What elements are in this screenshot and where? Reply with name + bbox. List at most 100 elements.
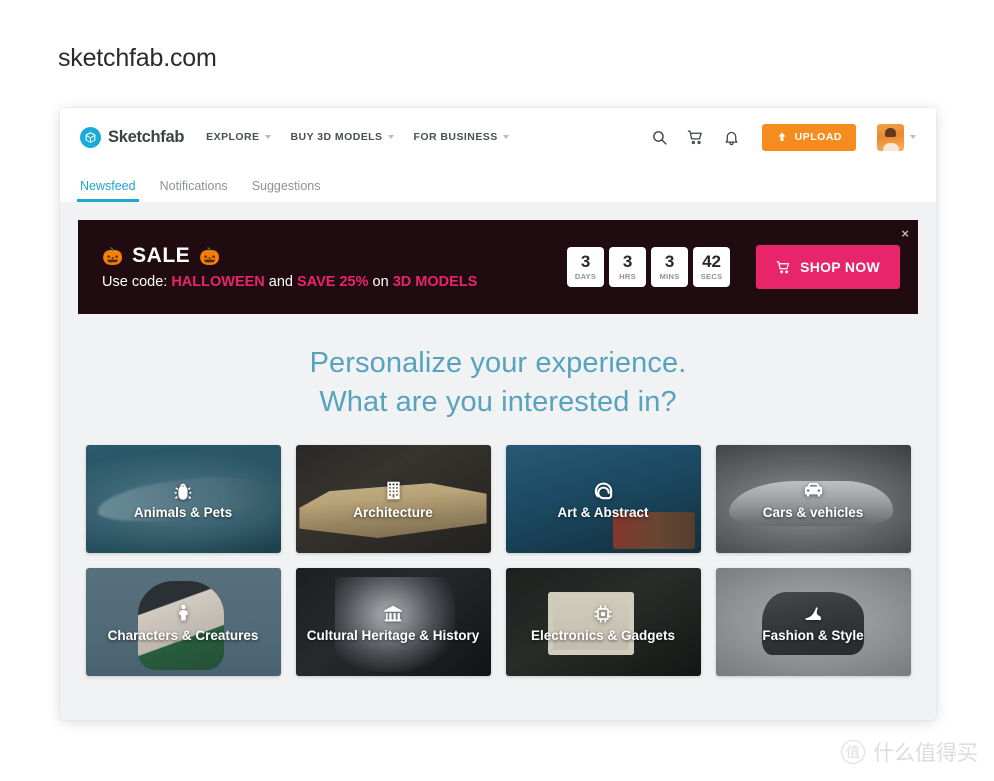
category-content: Cars & vehicles [716,445,911,553]
bell-icon[interactable] [722,128,741,147]
shopping-cart-icon[interactable] [686,128,705,147]
avatar [877,123,904,151]
search-icon[interactable] [650,128,669,147]
tab-newsfeed[interactable]: Newsfeed [77,179,139,202]
chevron-down-icon [910,135,916,139]
promo-and: and [268,274,293,290]
promo-code: HALLOWEEN [171,274,265,290]
watermark-text: 什么值得买 [873,741,978,765]
nav-links: EXPLORE BUY 3D MODELS FOR BUSINESS [206,131,509,143]
category-label: Animals & Pets [133,504,233,520]
microchip-icon [591,602,615,626]
site-header: Sketchfab EXPLORE BUY 3D MODELS FOR BUSI… [60,108,936,202]
primary-nav: Sketchfab EXPLORE BUY 3D MODELS FOR BUSI… [60,108,936,166]
category-content: Animals & Pets [86,445,281,553]
watermark: 值 什么值得买 [841,737,978,767]
building-icon [381,479,405,503]
close-icon[interactable]: × [901,227,909,240]
cube-logo-icon [80,126,101,148]
sale-label: SALE [132,244,191,267]
banner-message: 🎃 SALE 🎃 Use code: HALLOWEEN and SAVE 25… [102,244,477,290]
person-icon [171,602,195,626]
shopping-cart-icon [776,260,790,273]
watermark-mark: 值 [841,740,865,764]
category-card-animals-pets[interactable]: Animals & Pets [85,445,281,554]
category-card-fashion-style[interactable]: Fashion & Style [715,568,911,677]
personalize-line-2: What are you interested in? [319,385,677,418]
category-content: Fashion & Style [716,568,911,676]
countdown-seconds: 42 SECS [693,247,731,287]
upload-button-label: UPLOAD [794,131,842,143]
countdown-seconds-value: 42 [702,252,722,272]
category-card-cars-vehicles[interactable]: Cars & vehicles [715,445,911,554]
sketchfab-logo[interactable]: Sketchfab [80,126,185,148]
category-content: Art & Abstract [506,445,701,553]
countdown-hours: 3 HRS [609,247,647,287]
category-label: Cultural Heritage & History [306,627,480,643]
chevron-down-icon [387,135,394,139]
category-content: Characters & Creatures [86,568,281,676]
category-label: Fashion & Style [762,627,864,643]
personalize-line-1: Personalize your experience. [309,347,687,379]
shop-now-button[interactable]: SHOP NOW [756,245,900,289]
pumpkin-icon: 🎃 [199,246,221,266]
category-card-characters-creatures[interactable]: Characters & Creatures [85,568,281,677]
category-label: Architecture [353,504,433,520]
countdown-minutes: 3 MINS [651,247,689,287]
chevron-down-icon [502,135,509,139]
upload-button[interactable]: UPLOAD [761,123,856,151]
category-content: Architecture [296,445,491,553]
browser-window: Sketchfab EXPLORE BUY 3D MODELS FOR BUSI… [60,108,936,720]
category-card-cultural-heritage-history[interactable]: Cultural Heritage & History [295,568,491,677]
countdown-minutes-value: 3 [664,252,675,272]
nav-actions: UPLOAD [650,123,916,151]
nav-item-for-business[interactable]: FOR BUSINESS [414,131,509,143]
sale-headline: 🎃 SALE 🎃 [102,244,477,268]
countdown-days: 3 DAYS [567,247,605,287]
nav-item-explore[interactable]: EXPLORE [206,131,271,143]
feed-tabs: Newsfeed Notifications Suggestions [60,166,936,202]
page-title: sketchfab.com [58,44,217,72]
category-label: Cars & vehicles [762,504,864,520]
countdown-hours-unit: HRS [619,272,636,282]
car-icon [801,479,825,503]
chevron-down-icon [264,135,271,139]
personalize-heading: Personalize your experience. What are yo… [60,344,936,421]
museum-icon [381,602,405,626]
nav-item-buy-3d-models-label: BUY 3D MODELS [290,131,383,143]
promo-target: 3D MODELS [392,274,478,290]
promo-text: Use code: HALLOWEEN and SAVE 25% on 3D M… [102,274,477,290]
countdown-timer: 3 DAYS 3 HRS 3 MINS 42 SECS [567,247,731,287]
category-label: Art & Abstract [557,504,649,520]
halloween-sale-banner: × 🎃 SALE 🎃 Use code: HALLOWEEN and SAVE … [78,220,918,314]
nav-item-explore-label: EXPLORE [206,131,260,143]
nav-item-buy-3d-models[interactable]: BUY 3D MODELS [291,131,394,143]
tab-notifications[interactable]: Notifications [160,179,228,202]
spiral-icon [591,479,615,503]
category-card-art-abstract[interactable]: Art & Abstract [505,445,701,554]
category-card-electronics-gadgets[interactable]: Electronics & Gadgets [505,568,701,677]
bug-icon [171,479,195,503]
banner-actions: 3 DAYS 3 HRS 3 MINS 42 SECS SHOP NOW [567,245,900,289]
countdown-days-unit: DAYS [574,272,597,282]
countdown-days-value: 3 [580,252,591,272]
category-content: Electronics & Gadgets [506,568,701,676]
category-card-architecture[interactable]: Architecture [295,445,491,554]
category-grid: Animals & Pets Architecture Art & Abstra… [60,445,936,677]
upload-arrow-icon [778,132,786,141]
countdown-seconds-unit: SECS [700,272,723,282]
tab-suggestions[interactable]: Suggestions [252,179,321,202]
pumpkin-icon: 🎃 [102,246,124,266]
category-content: Cultural Heritage & History [296,568,491,676]
category-label: Characters & Creatures [107,627,259,643]
shop-now-label: SHOP NOW [800,259,880,275]
promo-discount: SAVE 25% [297,274,369,290]
high-heel-icon [801,602,825,626]
user-menu[interactable] [877,123,916,151]
countdown-hours-value: 3 [622,252,633,272]
brand-name: Sketchfab [108,127,185,146]
nav-item-for-business-label: FOR BUSINESS [413,131,498,143]
countdown-minutes-unit: MINS [659,272,680,282]
promo-prefix: Use code: [102,274,168,290]
category-label: Electronics & Gadgets [530,627,676,643]
